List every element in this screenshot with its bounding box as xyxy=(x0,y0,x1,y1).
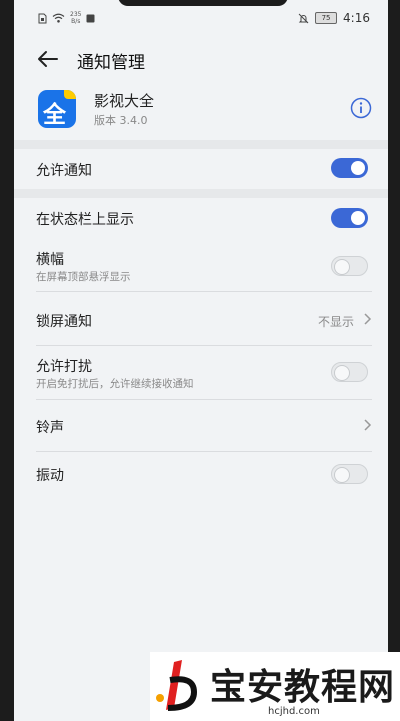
vibrate-toggle[interactable] xyxy=(331,464,368,484)
app-card: 全 影视大全 版本 3.4.0 xyxy=(14,82,388,142)
toggle-knob xyxy=(351,211,365,225)
info-icon[interactable] xyxy=(350,97,372,119)
toggle-knob xyxy=(334,467,350,483)
row-banner[interactable]: 横幅 在屏幕顶部悬浮显示 xyxy=(14,238,388,292)
row-status-bar-show[interactable]: 在状态栏上显示 xyxy=(14,198,388,238)
row-dnd[interactable]: 允许打扰 开启免打扰后，允许继续接收通知 xyxy=(14,346,388,400)
chevron-right-icon xyxy=(364,313,372,325)
vibrate-label: 振动 xyxy=(36,468,64,484)
app-name: 影视大全 xyxy=(94,92,155,110)
toggle-knob xyxy=(351,161,365,175)
wifi-icon xyxy=(52,13,65,23)
app-icon-char: 全 xyxy=(43,102,66,128)
dnd-label: 允许打扰 xyxy=(36,359,92,375)
status-right: 75 4:16 xyxy=(298,11,370,25)
banner-sub: 在屏幕顶部悬浮显示 xyxy=(36,271,131,283)
allow-notify-toggle[interactable] xyxy=(331,158,368,178)
net-speed: 235 B/s xyxy=(70,11,81,25)
section-divider xyxy=(14,189,388,198)
net-speed-unit: B/s xyxy=(71,18,81,25)
net-speed-value: 235 xyxy=(70,11,82,18)
lockscreen-label: 锁屏通知 xyxy=(36,314,92,330)
watermark: 宝安教程网 hcjhd.com xyxy=(150,652,400,721)
dnd-sub: 开启免打扰后，允许继续接收通知 xyxy=(36,378,194,390)
phone-screen: 235 B/s 75 4:16 通知管理 全 影视大全 版本 3.4.0 允许通… xyxy=(14,0,388,721)
mute-bell-icon xyxy=(298,13,309,23)
app-version: 版本 3.4.0 xyxy=(94,114,148,127)
toggle-knob xyxy=(334,259,350,275)
status-bar: 235 B/s 75 4:16 xyxy=(14,0,388,38)
battery-indicator: 75 xyxy=(315,12,338,24)
ringtone-label: 铃声 xyxy=(36,420,64,436)
row-lockscreen[interactable]: 锁屏通知 不显示 xyxy=(14,292,388,346)
section-divider xyxy=(14,140,388,149)
app-icon-badge xyxy=(64,90,76,99)
toggle-knob xyxy=(334,365,350,381)
banner-toggle[interactable] xyxy=(331,256,368,276)
watermark-site: hcjhd.com xyxy=(268,706,320,717)
allow-notify-label: 允许通知 xyxy=(36,163,92,179)
watermark-logo-icon xyxy=(156,660,198,711)
banner-label: 横幅 xyxy=(36,252,64,268)
watermark-text: 宝安教程网 xyxy=(210,667,396,708)
row-ringtone[interactable]: 铃声 xyxy=(14,400,388,452)
clock: 4:16 xyxy=(343,11,370,25)
status-bar-show-label: 在状态栏上显示 xyxy=(36,212,134,228)
dnd-toggle[interactable] xyxy=(331,362,368,382)
back-arrow-icon[interactable] xyxy=(36,48,60,70)
sim-icon xyxy=(38,13,47,23)
status-left: 235 B/s xyxy=(38,11,95,25)
status-bar-show-toggle[interactable] xyxy=(331,208,368,228)
notification-square-icon xyxy=(86,14,95,22)
header: 通知管理 xyxy=(14,42,388,76)
row-vibrate[interactable]: 振动 xyxy=(14,452,388,496)
lockscreen-value: 不显示 xyxy=(317,315,354,329)
chevron-right-icon xyxy=(364,419,372,431)
app-icon: 全 xyxy=(38,90,76,128)
page-title: 通知管理 xyxy=(77,53,145,73)
row-allow-notify[interactable]: 允许通知 xyxy=(14,149,388,189)
